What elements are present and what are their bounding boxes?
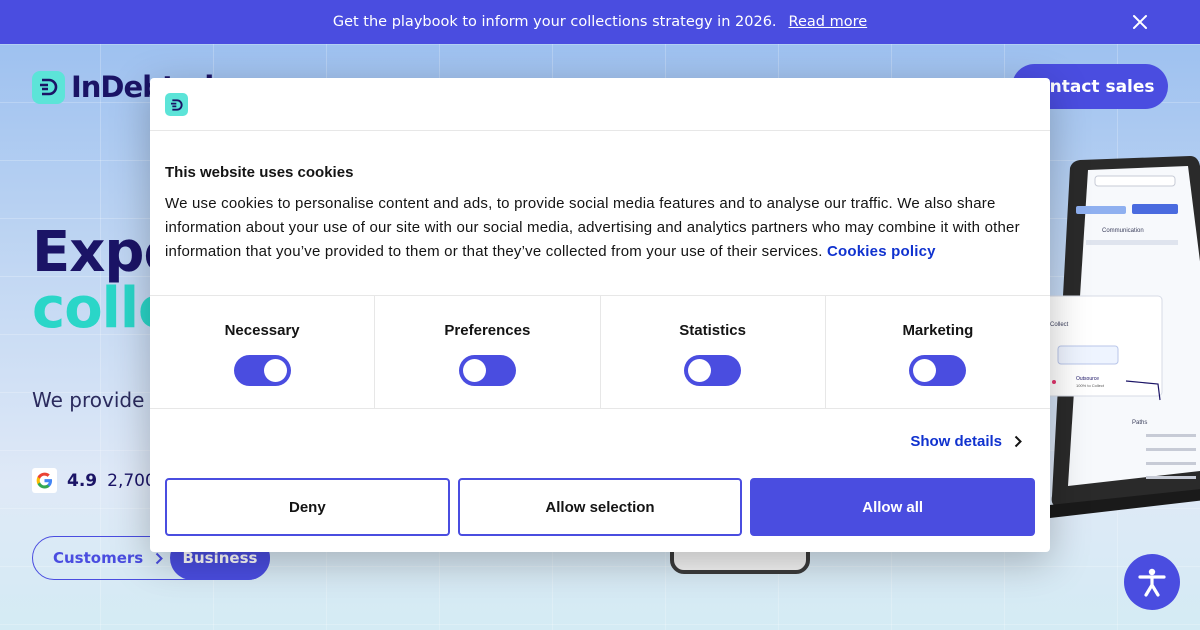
cookie-consent-dialog: This website uses cookies We use cookies… bbox=[150, 78, 1050, 552]
google-icon bbox=[32, 468, 57, 493]
read-more-link[interactable]: Read more bbox=[789, 14, 868, 30]
deny-button[interactable]: Deny bbox=[165, 478, 450, 536]
cookies-policy-link[interactable]: Cookies policy bbox=[827, 243, 936, 260]
illus-collect-percent-label: 100% to Collect bbox=[1076, 383, 1105, 388]
allow-selection-button[interactable]: Allow selection bbox=[457, 478, 743, 536]
chevron-right-icon bbox=[1014, 435, 1022, 448]
illus-collect-label: Collect bbox=[1050, 322, 1069, 328]
category-preferences: Preferences bbox=[375, 296, 601, 408]
show-details-link[interactable]: Show details bbox=[910, 433, 1022, 450]
illus-outsource-label: Outsource bbox=[1076, 376, 1099, 382]
logo-mark-icon bbox=[32, 70, 65, 104]
chevron-right-icon bbox=[156, 552, 164, 564]
dialog-body: We use cookies to personalise content an… bbox=[165, 192, 1040, 264]
accessibility-button[interactable] bbox=[1124, 554, 1180, 610]
marketing-toggle[interactable] bbox=[909, 355, 967, 386]
dialog-title: This website uses cookies bbox=[165, 164, 354, 181]
segment-customers[interactable]: Customers bbox=[33, 549, 171, 567]
segment-customers-label: Customers bbox=[53, 549, 144, 567]
show-details-label: Show details bbox=[910, 433, 1002, 450]
category-statistics: Statistics bbox=[601, 296, 826, 408]
announcement-text: Get the playbook to inform your collecti… bbox=[332, 14, 777, 30]
category-label: Necessary bbox=[224, 322, 300, 339]
category-marketing: Marketing bbox=[826, 296, 1050, 408]
allow-all-button[interactable]: Allow all bbox=[750, 478, 1036, 536]
category-label: Statistics bbox=[679, 322, 746, 339]
consent-categories: Necessary Preferences Statistics Marketi… bbox=[150, 295, 1050, 409]
necessary-toggle[interactable] bbox=[233, 355, 291, 386]
statistics-toggle[interactable] bbox=[684, 355, 742, 386]
toggle-knob bbox=[462, 359, 486, 382]
announcement-bar: Get the playbook to inform your collecti… bbox=[0, 0, 1200, 44]
category-label: Preferences bbox=[444, 322, 531, 339]
dialog-header bbox=[150, 78, 1050, 131]
toggle-knob bbox=[688, 359, 712, 382]
preferences-toggle[interactable] bbox=[458, 355, 516, 386]
laptop-illustration: Communication Collect Outsource 100% to … bbox=[1040, 156, 1200, 518]
dialog-actions: Deny Allow selection Allow all bbox=[165, 478, 1036, 536]
brand-logo-icon bbox=[165, 93, 188, 116]
toggle-knob bbox=[263, 359, 287, 382]
illus-paths-label: Paths bbox=[1132, 420, 1147, 426]
category-necessary: Necessary bbox=[150, 296, 376, 408]
illus-communication-label: Communication bbox=[1102, 228, 1144, 234]
accessibility-icon bbox=[1138, 568, 1166, 597]
rating-score: 4.9 bbox=[67, 470, 98, 491]
toggle-knob bbox=[913, 359, 937, 382]
close-icon[interactable] bbox=[1130, 12, 1150, 32]
category-label: Marketing bbox=[902, 322, 974, 339]
